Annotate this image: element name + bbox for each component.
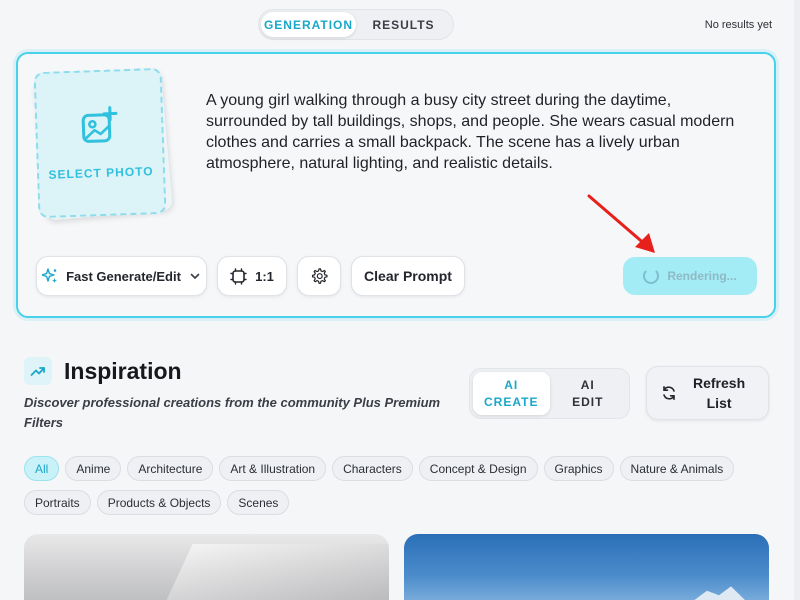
ai-edit-option[interactable]: AI EDIT [550, 372, 627, 415]
tab-results[interactable]: RESULTS [356, 12, 451, 37]
category-chip-architecture[interactable]: Architecture [127, 456, 214, 481]
category-chip-products-objects[interactable]: Products & Objects [96, 490, 222, 515]
render-label: Rendering... [667, 269, 737, 283]
chevron-down-icon [190, 273, 200, 279]
trending-up-icon [24, 357, 52, 385]
select-photo-button[interactable]: SELECT PHOTO [33, 67, 174, 222]
ai-create-option[interactable]: AI CREATE [473, 372, 550, 415]
aspect-ratio-button[interactable]: 1:1 [217, 256, 287, 296]
add-photo-icon [81, 106, 118, 143]
refresh-label-line1: Refresh [693, 375, 746, 391]
scrollbar[interactable] [794, 0, 800, 600]
mode-label: Fast Generate/Edit [66, 268, 181, 284]
results-status: No results yet [704, 19, 772, 31]
inspiration-thumbnail[interactable] [404, 534, 769, 600]
refresh-label-line2: List [706, 395, 732, 411]
photo-dropzone[interactable]: SELECT PHOTO [33, 67, 167, 219]
top-tabs: GENERATION RESULTS [258, 9, 454, 40]
ai-edit-line1: AI [580, 377, 595, 392]
refresh-icon [663, 386, 675, 400]
inspiration-thumbnail[interactable] [24, 534, 389, 600]
clear-prompt-button[interactable]: Clear Prompt [351, 256, 465, 296]
inspiration-title: Inspiration [64, 358, 182, 384]
settings-button[interactable] [297, 256, 341, 296]
category-filters: All Anime Architecture Art & Illustratio… [24, 456, 764, 515]
gear-icon [311, 268, 328, 284]
sparkle-icon [42, 268, 58, 283]
ai-create-line1: AI [504, 377, 519, 392]
annotation-arrow [587, 194, 655, 253]
refresh-list-button[interactable]: Refresh List [646, 366, 769, 420]
category-chip-concept-design[interactable]: Concept & Design [418, 456, 538, 481]
category-chip-portraits[interactable]: Portraits [24, 490, 91, 515]
tab-generation[interactable]: GENERATION [261, 12, 356, 37]
ai-mode-toggle: AI CREATE AI EDIT [469, 368, 630, 419]
select-photo-label: SELECT PHOTO [48, 164, 154, 182]
category-chip-art-illustration[interactable]: Art & Illustration [219, 456, 327, 481]
render-button[interactable]: Rendering... [623, 257, 757, 295]
refresh-label: Refresh List [693, 373, 745, 413]
spinner-icon [643, 268, 660, 284]
mode-dropdown[interactable]: Fast Generate/Edit [36, 256, 207, 296]
category-chip-graphics[interactable]: Graphics [543, 456, 614, 481]
ai-create-line2: CREATE [484, 394, 539, 409]
category-chip-scenes[interactable]: Scenes [227, 490, 290, 515]
category-chip-anime[interactable]: Anime [65, 456, 122, 481]
ai-edit-line2: EDIT [572, 394, 604, 409]
category-chip-characters[interactable]: Characters [332, 456, 413, 481]
category-chip-all[interactable]: All [24, 456, 60, 481]
inspiration-subtitle: Discover professional creations from the… [24, 395, 441, 430]
prompt-textarea[interactable]: A young girl walking through a busy city… [206, 90, 752, 174]
aspect-ratio-label: 1:1 [255, 268, 274, 284]
category-chip-nature-animals[interactable]: Nature & Animals [619, 456, 735, 481]
aspect-ratio-icon [230, 267, 247, 285]
